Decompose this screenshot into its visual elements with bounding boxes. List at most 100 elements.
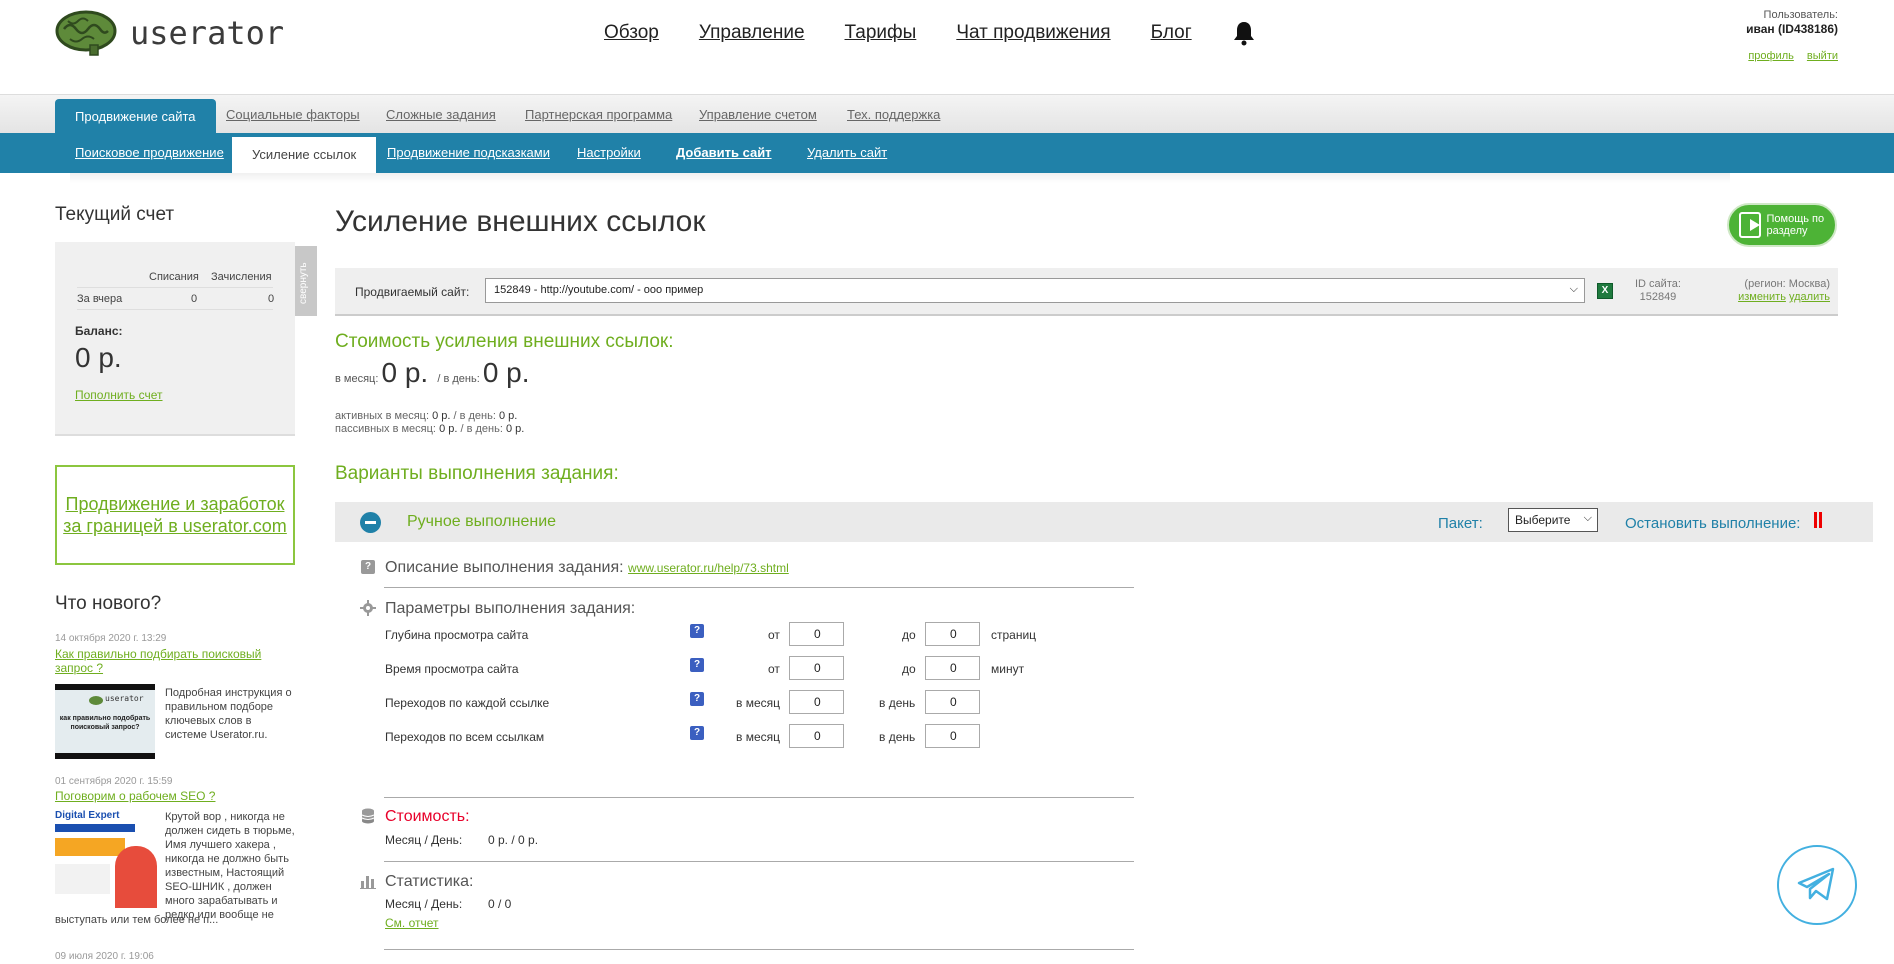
execution-title[interactable]: Ручное выполнение: [407, 513, 556, 531]
collapse-button[interactable]: свернуть: [295, 246, 317, 316]
news-text: Подробная инструкция о правильном подбор…: [165, 687, 292, 741]
nav-tariffs[interactable]: Тарифы: [845, 22, 917, 44]
news-date: 09 июля 2020 г. 19:06: [55, 951, 154, 962]
topup-link[interactable]: Пополнить счет: [75, 388, 163, 402]
param-day-input[interactable]: 0: [925, 724, 980, 748]
tab-site-promotion[interactable]: Продвижение сайта: [55, 99, 216, 134]
tab-social-factors[interactable]: Социальные факторы: [226, 95, 360, 134]
variants-title: Варианты выполнения задания:: [335, 463, 619, 484]
news-thumbnail[interactable]: userator как правильно подобрать поисков…: [55, 684, 155, 759]
chevron-down-icon: ⌵: [1569, 283, 1578, 295]
param-from-label: от: [768, 628, 780, 642]
stop-label: Остановить выполнение:: [1625, 515, 1801, 532]
help-question-icon[interactable]: ?: [690, 692, 704, 706]
param-from-label: от: [768, 662, 780, 676]
param-from-input[interactable]: 0: [789, 656, 844, 680]
package-label: Пакет:: [1438, 515, 1483, 532]
page-title: Усиление внешних ссылок: [335, 205, 706, 238]
tab-suggest-promotion[interactable]: Продвижение подсказками: [387, 133, 550, 173]
thumb-text-block: [55, 864, 110, 894]
region-delete-link[interactable]: удалить: [1789, 291, 1830, 303]
thumb-banner: [55, 824, 135, 832]
logo[interactable]: userator: [54, 9, 284, 57]
cost-summary: в месяц: 0 р. / в день: 0 р.: [335, 357, 530, 389]
stats-kv-value: 0 / 0: [488, 897, 512, 911]
cost-breakdown: активных в месяц: 0 р. / в день: 0 р. па…: [335, 410, 524, 436]
promo-link[interactable]: Продвижение и заработок за границей в us…: [57, 493, 293, 537]
news-link[interactable]: Как правильно подбирать поисковый запрос…: [55, 647, 275, 675]
site-id-block: ID сайта: 152849: [1635, 278, 1681, 304]
passive-month: 0 р.: [439, 423, 458, 435]
cost-kv-label: Месяц / День:: [385, 833, 463, 847]
user-name: иван (ID438186): [1746, 22, 1838, 36]
logout-link[interactable]: выйти: [1807, 50, 1838, 62]
telegram-button[interactable]: [1777, 845, 1857, 925]
balance-label: Баланс:: [75, 324, 123, 338]
per-day-value: 0 р.: [482, 357, 530, 388]
param-unit: страниц: [991, 628, 1037, 642]
news-date: 01 сентября 2020 г. 15:59: [55, 776, 173, 787]
tab-link-boost[interactable]: Усиление ссылок: [232, 137, 377, 173]
param-month-label: в месяц: [736, 730, 781, 744]
help-button[interactable]: Помощь по разделу: [1727, 203, 1837, 247]
help-question-icon[interactable]: ?: [690, 658, 704, 672]
nav-overview[interactable]: Обзор: [604, 22, 659, 44]
stats-title: Статистика:: [385, 873, 474, 890]
collapse-minus-icon[interactable]: [360, 512, 381, 533]
param-to-input[interactable]: 0: [925, 656, 980, 680]
tab-search-promotion[interactable]: Поисковое продвижение: [75, 133, 224, 173]
help-button-label: Помощь по разделу: [1766, 213, 1825, 237]
thumb-caption: как правильно подобрать поисковый запрос…: [59, 715, 151, 731]
divider-shadow: [70, 173, 1730, 183]
site-select[interactable]: 152849 - http://youtube.com/ - ооо приме…: [485, 278, 1585, 303]
col-credit: Зачисления: [211, 271, 272, 283]
tab-add-site[interactable]: Добавить сайт: [676, 133, 772, 173]
help-question-icon[interactable]: ?: [690, 726, 704, 740]
tab-tech-support[interactable]: Тех. поддержка: [847, 95, 940, 134]
nav-blog[interactable]: Блог: [1151, 22, 1192, 44]
collapse-label: свернуть: [298, 262, 309, 304]
param-month-input[interactable]: 0: [789, 724, 844, 748]
bell-icon[interactable]: [1232, 20, 1256, 46]
active-day: 0 р.: [498, 410, 518, 422]
profile-link[interactable]: профиль: [1748, 50, 1794, 62]
param-month-input[interactable]: 0: [789, 690, 844, 714]
param-day-input[interactable]: 0: [925, 690, 980, 714]
news-link[interactable]: Поговорим о рабочем SEO ?: [55, 789, 275, 803]
tab-complex-tasks[interactable]: Сложные задания: [386, 95, 496, 134]
active-day-label: / в день:: [453, 410, 496, 422]
stats-report-link[interactable]: См. отчет: [385, 916, 439, 930]
tab-settings[interactable]: Настройки: [577, 133, 641, 173]
site-select-value: 152849 - http://youtube.com/ - ооо приме…: [494, 284, 704, 296]
brain-logo-icon: [89, 696, 103, 705]
excel-export-icon[interactable]: X: [1597, 283, 1613, 299]
tab-delete-site[interactable]: Удалить сайт: [807, 133, 887, 173]
pause-icon[interactable]: [1813, 512, 1823, 528]
video-play-icon: [1739, 212, 1761, 238]
logo-text: userator: [130, 14, 285, 52]
help-question-icon[interactable]: ?: [690, 624, 704, 638]
param-to-input[interactable]: 0: [925, 622, 980, 646]
tab-partner-program[interactable]: Партнерская программа: [525, 95, 672, 134]
user-label: Пользователь:: [1763, 9, 1838, 21]
info-icon: ?: [361, 560, 375, 574]
account-table-header: Списания Зачисления: [77, 266, 273, 288]
nav-management[interactable]: Управление: [699, 22, 805, 44]
description-label: Описание выполнения задания:: [385, 559, 624, 576]
active-month: 0 р.: [432, 410, 451, 422]
param-from-input[interactable]: 0: [789, 622, 844, 646]
tab-account-management[interactable]: Управление счетом: [699, 95, 817, 134]
per-month-label: в месяц:: [335, 373, 379, 385]
cost-section-title: Стоимость:: [385, 808, 470, 825]
site-id-value: 152849: [1639, 291, 1677, 303]
description-link[interactable]: www.userator.ru/help/73.shtml: [628, 561, 789, 575]
account-panel: Списания Зачисления За вчера 0 0 Баланс:…: [55, 242, 295, 436]
divider: [384, 797, 1134, 798]
news-thumbnail[interactable]: Digital Expert: [55, 808, 157, 910]
promo-banner[interactable]: Продвижение и заработок за границей в us…: [55, 465, 295, 565]
param-to-label: до: [902, 628, 916, 642]
package-select[interactable]: Выберите ⌵: [1508, 508, 1598, 532]
region-change-link[interactable]: изменить: [1738, 291, 1786, 303]
news-text: Крутой вор , никогда не должен сидеть в …: [165, 811, 295, 921]
nav-chat[interactable]: Чат продвижения: [956, 22, 1110, 44]
